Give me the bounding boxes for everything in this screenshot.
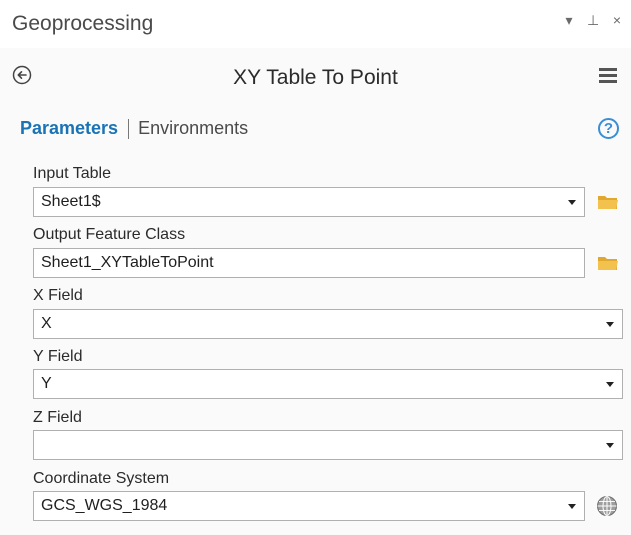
input-table-label: Input Table <box>33 165 111 182</box>
hamburger-menu-icon[interactable] <box>599 68 617 84</box>
y-field-value: Y <box>41 375 52 392</box>
chevron-down-icon[interactable] <box>606 382 614 387</box>
coordinate-system-value: GCS_WGS_1984 <box>41 497 168 514</box>
help-icon[interactable]: ? <box>598 118 619 139</box>
folder-icon[interactable] <box>597 255 619 271</box>
y-field-label: Y Field <box>33 348 83 365</box>
globe-icon[interactable] <box>596 495 618 517</box>
input-table-dropdown[interactable]: Sheet1$ <box>33 187 585 217</box>
pane-options-dropdown-icon[interactable]: ▾ <box>563 12 575 29</box>
coordinate-system-label: Coordinate System <box>33 470 170 487</box>
tab-divider <box>128 118 130 139</box>
output-feature-class-value: Sheet1_XYTableToPoint <box>41 254 214 271</box>
pane-controls: ▾ ⊥ × <box>563 12 623 29</box>
output-feature-class-label: Output Feature Class <box>33 226 186 243</box>
tool-header: XY Table To Point <box>0 58 631 98</box>
x-field-dropdown[interactable]: X <box>33 309 623 339</box>
pane-title-bar: Geoprocessing ▾ ⊥ × <box>0 0 631 48</box>
tab-parameters[interactable]: Parameters <box>20 118 118 139</box>
z-field-dropdown[interactable] <box>33 430 623 460</box>
chevron-down-icon[interactable] <box>606 443 614 448</box>
x-field-label: X Field <box>33 287 83 304</box>
tab-bar: Parameters Environments <box>20 118 248 139</box>
tab-environments[interactable]: Environments <box>138 118 248 139</box>
z-field-label: Z Field <box>33 409 82 426</box>
folder-icon[interactable] <box>597 194 619 210</box>
input-table-value: Sheet1$ <box>41 193 101 210</box>
tool-title: XY Table To Point <box>233 66 398 89</box>
y-field-dropdown[interactable]: Y <box>33 369 623 399</box>
chevron-down-icon[interactable] <box>606 322 614 327</box>
pane-title: Geoprocessing <box>12 12 154 35</box>
chevron-down-icon[interactable] <box>568 200 576 205</box>
geoprocessing-pane: Geoprocessing ▾ ⊥ × XY Table To Point Pa… <box>0 0 631 535</box>
pin-icon[interactable]: ⊥ <box>587 12 599 29</box>
x-field-value: X <box>41 315 52 332</box>
output-feature-class-field[interactable]: Sheet1_XYTableToPoint <box>33 248 585 278</box>
coordinate-system-dropdown[interactable]: GCS_WGS_1984 <box>33 491 585 521</box>
chevron-down-icon[interactable] <box>568 504 576 509</box>
close-icon[interactable]: × <box>611 12 623 29</box>
